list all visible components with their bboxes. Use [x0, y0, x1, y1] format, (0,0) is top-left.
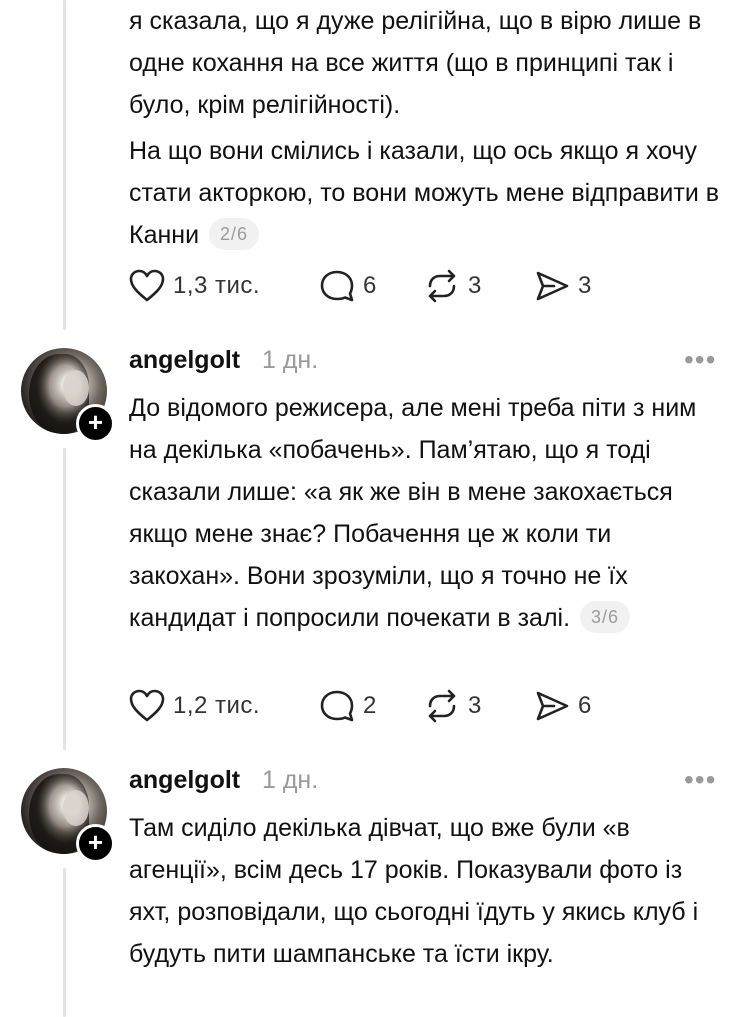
follow-button[interactable]: + — [76, 824, 115, 863]
post-paragraph: я сказала, що я дуже релігійна, що в вір… — [129, 7, 702, 119]
thread-counter-badge: 3/6 — [580, 601, 631, 633]
username[interactable]: angelgolt — [129, 766, 240, 795]
post-text: Там сиділо декілька дівчат, що вже були … — [129, 807, 729, 975]
comment-bubble-icon — [320, 270, 354, 302]
post-time: 1 дн. — [262, 766, 319, 794]
more-options-button[interactable]: ••• — [684, 346, 716, 374]
share-count: 6 — [578, 692, 592, 719]
post-text: До відомого режисера, але мені треба піт… — [129, 387, 729, 639]
send-icon — [536, 271, 569, 301]
plus-icon: + — [87, 827, 104, 857]
post-paragraph: До відомого режисера, але мені треба піт… — [129, 394, 697, 633]
send-icon — [536, 691, 569, 721]
repost-arrows-icon — [428, 269, 456, 303]
more-dots-icon: ••• — [684, 764, 717, 795]
repost-count: 3 — [468, 692, 482, 719]
like-button[interactable]: 1,2 тис. — [129, 686, 260, 726]
reply-count: 6 — [363, 272, 377, 299]
share-button[interactable]: 6 — [534, 686, 592, 726]
repost-count: 3 — [468, 272, 482, 299]
reply-button[interactable]: 6 — [319, 266, 377, 306]
follow-button[interactable]: + — [76, 404, 115, 443]
post-time: 1 дн. — [262, 346, 319, 374]
share-count: 3 — [578, 272, 592, 299]
reply-count: 2 — [363, 692, 377, 719]
post-text: я сказала, що я дуже релігійна, що в вір… — [129, 0, 729, 256]
thread-counter-badge: 2/6 — [209, 218, 260, 250]
heart-icon — [129, 689, 165, 722]
like-count: 1,3 тис. — [173, 272, 261, 299]
repost-arrows-icon — [428, 689, 456, 723]
post-paragraph: На що вони смілись і казали, що ось якщо… — [129, 137, 720, 250]
heart-icon — [129, 269, 165, 302]
post-actions: 1,3 тис. 6 3 3 — [129, 266, 609, 306]
like-count: 1,2 тис. — [173, 692, 261, 719]
repost-button[interactable]: 3 — [424, 686, 482, 726]
plus-icon: + — [87, 407, 104, 437]
post-paragraph: Там сиділо декілька дівчат, що вже були … — [129, 814, 699, 968]
post-actions: 1,2 тис. 2 3 6 — [129, 686, 609, 726]
thread-line — [63, 448, 66, 750]
thread-line — [63, 868, 66, 1017]
like-button[interactable]: 1,3 тис. — [129, 266, 260, 306]
more-dots-icon: ••• — [684, 344, 717, 375]
more-options-button[interactable]: ••• — [684, 766, 716, 794]
username[interactable]: angelgolt — [129, 346, 240, 375]
repost-button[interactable]: 3 — [424, 266, 482, 306]
thread-line — [63, 0, 66, 330]
share-button[interactable]: 3 — [534, 266, 592, 306]
comment-bubble-icon — [320, 690, 354, 722]
reply-button[interactable]: 2 — [319, 686, 377, 726]
